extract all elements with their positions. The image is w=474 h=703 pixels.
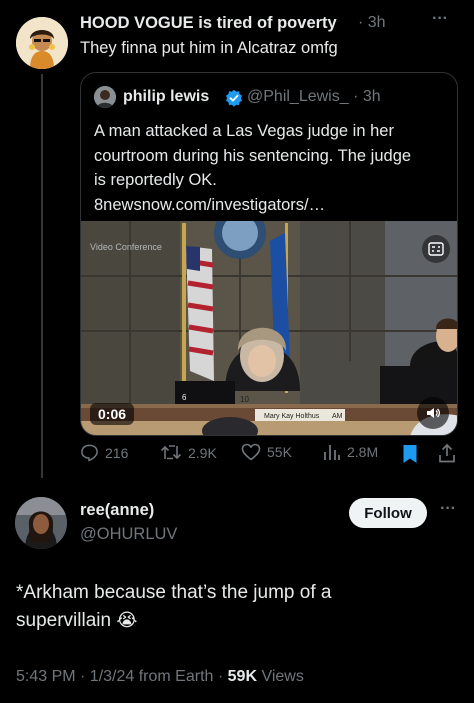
parent-time[interactable]: · 3h (358, 14, 386, 32)
parent-more-icon[interactable]: ··· (432, 10, 448, 28)
views-chart-icon (324, 445, 340, 460)
parent-tweet-text: They finna put him in Alcatraz omfg (80, 39, 338, 57)
bookmark-icon[interactable] (402, 444, 418, 469)
video-overlay-caption: Video Conference (90, 242, 162, 252)
video-duration: 0:06 (90, 403, 135, 425)
reply-avatar[interactable] (15, 497, 67, 549)
like-action[interactable]: 55K (241, 443, 292, 461)
parent-avatar[interactable] (16, 17, 68, 69)
bench-number-left: 6 (182, 393, 187, 402)
reply-action[interactable]: 216 (80, 443, 128, 462)
video-nameplate: Mary Kay Holthus (264, 413, 320, 420)
quoted-avatar (94, 86, 116, 108)
reply-count: 216 (105, 444, 129, 461)
follow-button[interactable]: Follow (349, 498, 427, 528)
retweet-count: 2.9K (188, 444, 217, 461)
like-count: 55K (267, 444, 292, 460)
reply-more-icon[interactable]: ··· (440, 500, 456, 518)
reply-tweet-text-line1: *Arkham because that’s the jump of a (16, 582, 332, 603)
video-frame-courtroom (81, 221, 457, 435)
thread-line (41, 74, 43, 478)
reply-views-count: 59K (227, 668, 258, 685)
parent-display-name[interactable]: HOOD VOGUE is tired of poverty (80, 14, 337, 33)
quoted-tweet-text: A man attacked a Las Vegas judge in her … (94, 122, 412, 214)
reply-timestamp-row: 5:43 PM · 1/3/24 from Earth · 59K Views (16, 668, 304, 686)
quoted-tweet-card[interactable]: philip lewis @Phil_Lewis_ · 3h A man att… (80, 72, 458, 436)
reply-tweet-text-line2: supervillain 😭 (16, 610, 137, 632)
video-player[interactable]: Video Conference Mary Kay Holthus 6 10 A… (81, 221, 457, 435)
quoted-avatar-photo-icon (94, 86, 116, 108)
heart-icon (241, 443, 261, 461)
retweet-action[interactable]: 2.9K (160, 443, 217, 462)
reply-timestamp[interactable]: 5:43 PM · 1/3/24 from Earth · (16, 668, 223, 685)
share-icon[interactable] (438, 443, 456, 468)
reply-display-name[interactable]: ree(anne) (80, 501, 154, 520)
bench-label-right: AM (332, 413, 343, 420)
reply-handle[interactable]: @OHURLUV (80, 525, 177, 544)
verified-badge-icon (225, 89, 243, 112)
retweet-icon (160, 445, 182, 460)
reply-text-word: supervillain (16, 610, 112, 631)
reply-icon (81, 444, 98, 462)
avatar-illustration-icon (16, 17, 68, 69)
reply-avatar-photo-icon (15, 497, 67, 549)
views-action[interactable]: 2.8M (323, 443, 378, 461)
captions-icon[interactable] (422, 235, 450, 263)
crying-emoji-icon: 😭 (116, 610, 138, 630)
bench-number-mid: 10 (240, 395, 249, 404)
views-count: 2.8M (347, 444, 379, 460)
reply-views-label: Views (261, 668, 304, 685)
quoted-handle-time: @Phil_Lewis_ · 3h (247, 88, 381, 105)
quoted-display-name: philip lewis (123, 88, 210, 105)
volume-icon[interactable] (417, 397, 449, 429)
